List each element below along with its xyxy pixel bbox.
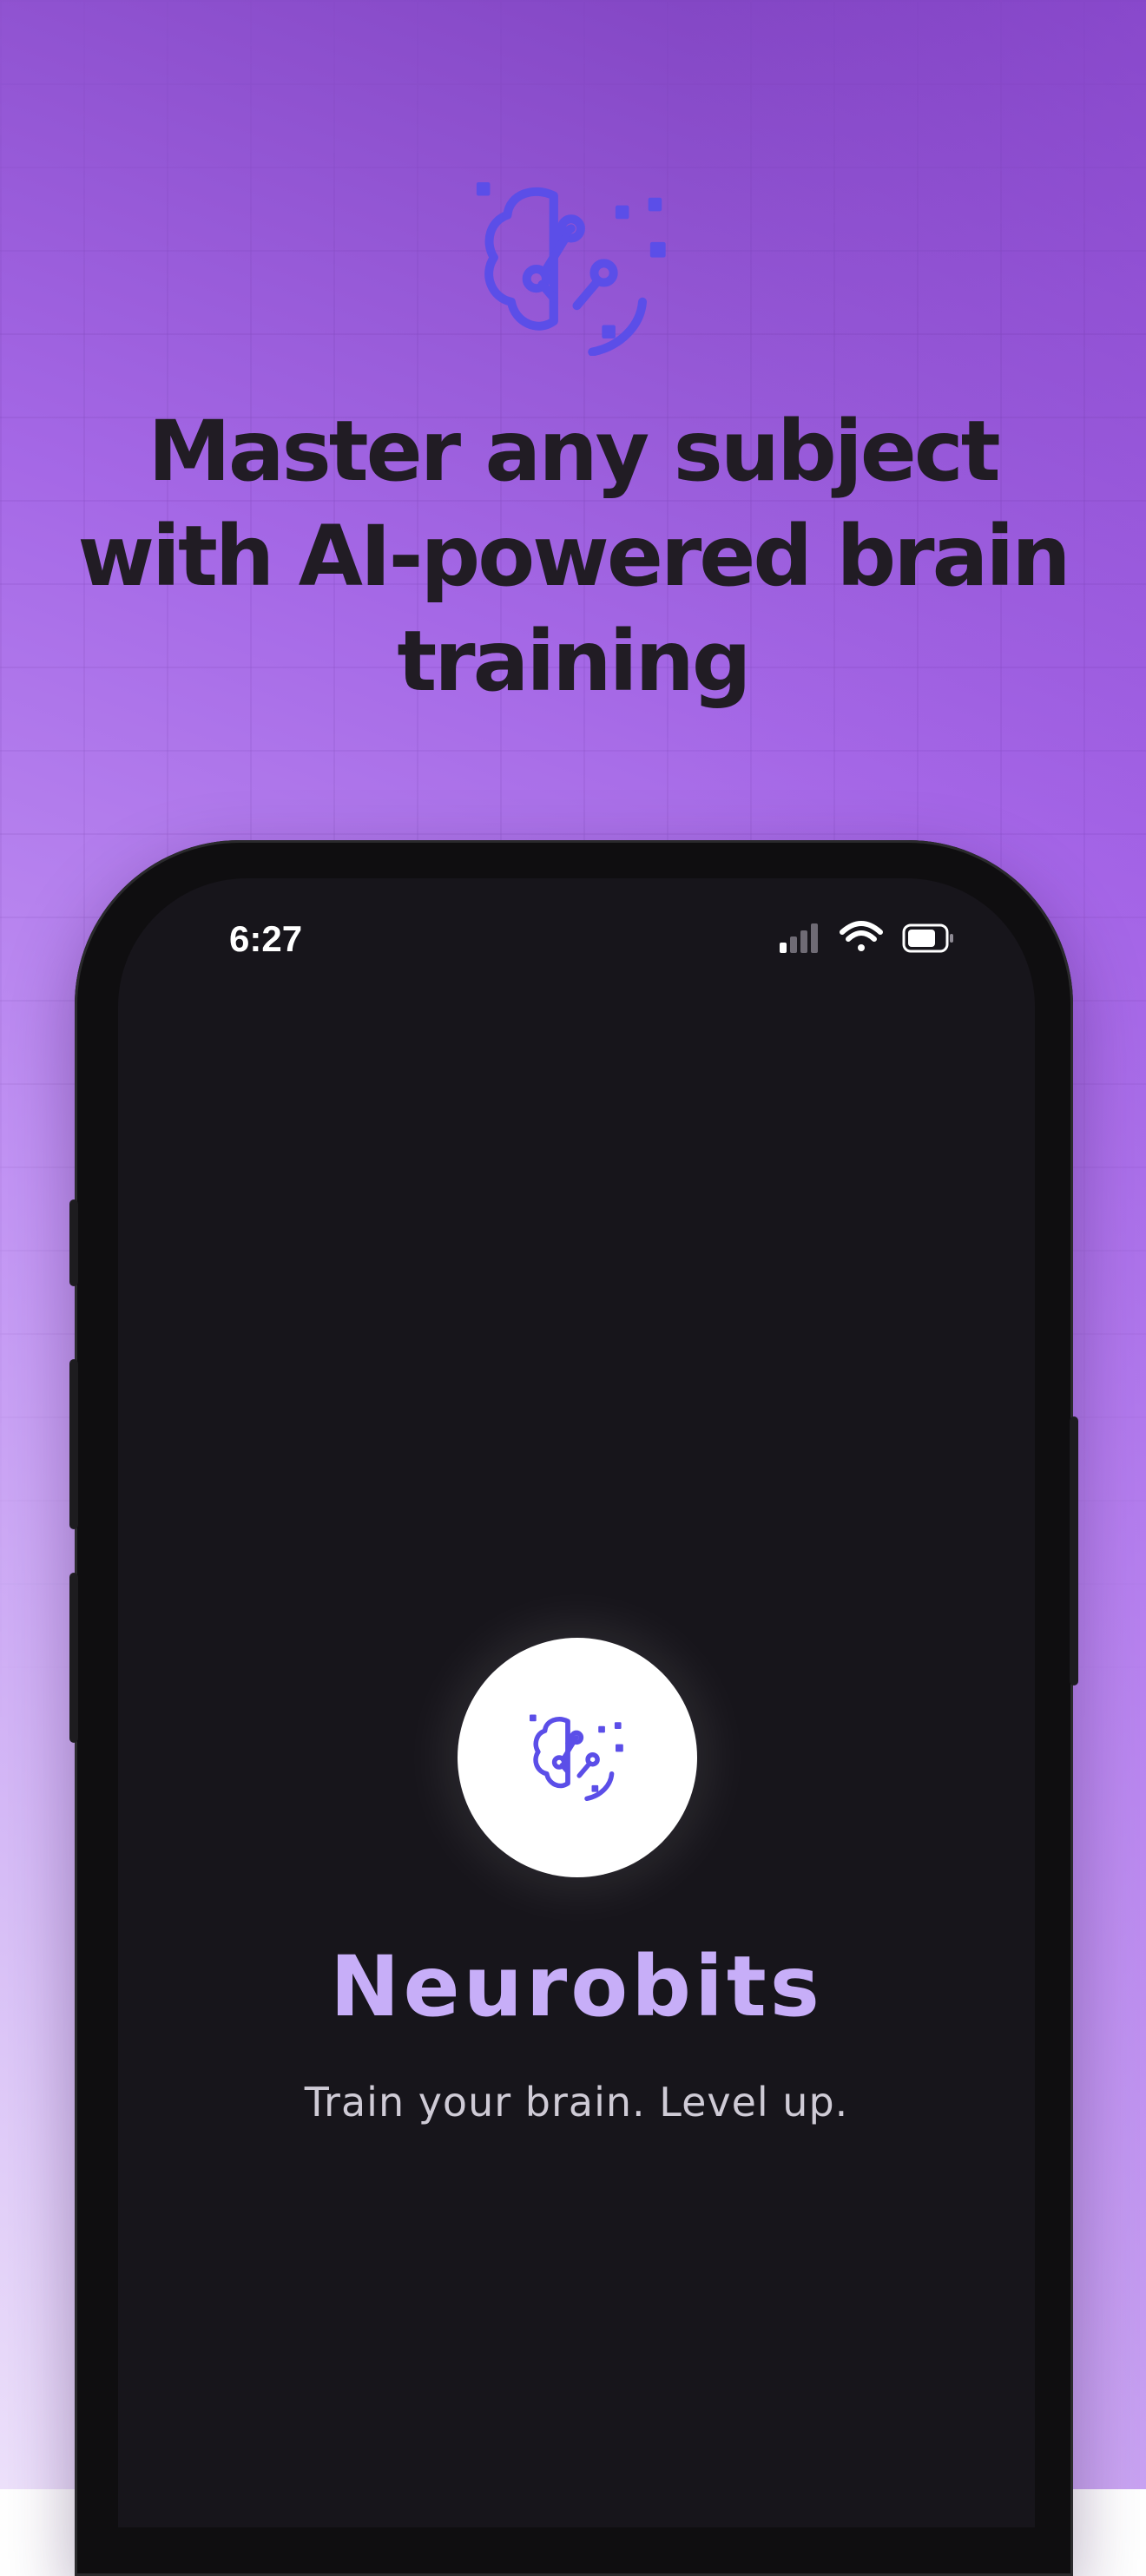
phone-volume-down-button [69, 1573, 78, 1743]
phone-screen: 6:27 Neurobits Train your brain. Level u… [118, 878, 1035, 2527]
phone-power-button [1070, 1416, 1078, 1686]
app-tagline: Train your brain. Level up. [304, 2079, 849, 2126]
status-icons [780, 921, 953, 953]
headline: Master any subject with AI-powered brain… [77, 403, 1070, 710]
phone-volume-up-button [69, 1359, 78, 1529]
app-logo [458, 1638, 697, 1877]
brain-circuit-icon [476, 182, 666, 356]
app-name: Neurobits [330, 1938, 823, 2035]
phone-action-button [69, 1199, 78, 1286]
wifi-icon [840, 921, 883, 951]
signal-icon [780, 923, 818, 953]
brain-circuit-icon [530, 1714, 623, 1802]
battery-icon [902, 923, 953, 953]
status-time: 6:27 [229, 918, 303, 959]
